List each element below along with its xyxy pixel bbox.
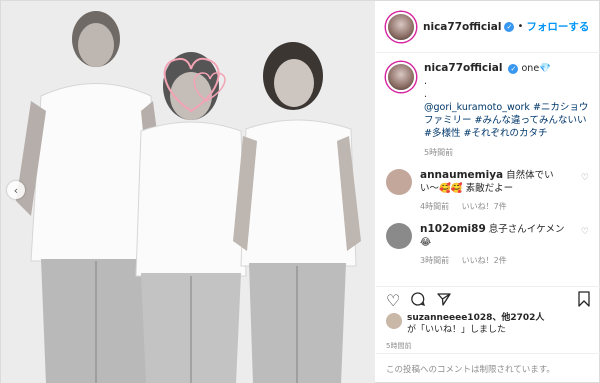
heart-icon[interactable]: ♡	[581, 173, 589, 183]
caption-time[interactable]: 5時間前	[424, 146, 591, 159]
share-icon[interactable]	[436, 291, 452, 311]
comment-icon[interactable]	[410, 291, 426, 311]
post-time[interactable]: 5時間前	[386, 341, 411, 351]
comments-section: nica77official ✓ one💎 . . @gori_kuramoto…	[376, 54, 600, 286]
previous-slide-button[interactable]: ‹	[7, 181, 25, 199]
avatar[interactable]	[386, 169, 412, 195]
chevron-left-icon: ‹	[13, 183, 19, 197]
post-photo: ‹	[1, 1, 375, 383]
comment-item: annaumemiya 自然体でいい〜🥰🥰 素敵だよー 4時間前 いいね！7件 …	[386, 169, 591, 213]
caption-dot-2: .	[424, 89, 428, 100]
caption-username[interactable]: nica77official	[424, 62, 502, 74]
verified-badge-icon: ✓	[508, 63, 519, 74]
bookmark-icon[interactable]	[577, 290, 591, 311]
action-bar: ♡	[376, 286, 600, 310]
comment-time[interactable]: 4時間前	[420, 202, 449, 211]
heart-icon[interactable]: ♡	[386, 291, 400, 310]
likes-line-2: が「いいね！」しました	[407, 325, 507, 335]
follow-button[interactable]: フォローする	[526, 19, 589, 34]
likes-summary: suzanneeee1028、他2702人 が「いいね！」しました	[386, 312, 596, 336]
caption: nica77official ✓ one💎 . . @gori_kuramoto…	[386, 62, 591, 159]
likes-line-1[interactable]: suzanneeee1028、他2702人	[407, 313, 544, 323]
avatar[interactable]	[386, 313, 402, 329]
post-sidebar: nica77official ✓ • フォローする nica77official…	[376, 1, 600, 383]
comment-likes[interactable]: いいね！7件	[462, 202, 507, 211]
caption-body[interactable]: @gori_kuramoto_work #ニカショウファミリー #みんな違ってみ…	[424, 101, 591, 140]
comment-username[interactable]: n102omi89	[420, 223, 486, 235]
avatar[interactable]	[386, 11, 416, 42]
avatar[interactable]	[386, 223, 412, 249]
comment-likes[interactable]: いいね！2件	[462, 256, 507, 265]
comment-username[interactable]: annaumemiya	[420, 169, 503, 181]
separator-dot: •	[517, 21, 524, 32]
family-photo-illustration	[1, 1, 375, 383]
heart-icon[interactable]: ♡	[581, 227, 589, 237]
comment-item: n102omi89 息子さんイケメン😂 3時間前 いいね！2件 ♡	[386, 223, 591, 267]
gem-icon: 💎	[539, 63, 552, 74]
username-link[interactable]: nica77official	[423, 21, 501, 33]
verified-badge-icon: ✓	[504, 21, 515, 32]
caption-avatar[interactable]	[386, 62, 416, 92]
caption-word: one	[521, 63, 540, 74]
comments-restricted-notice: この投稿へのコメントは制限されています。	[376, 353, 600, 383]
caption-dot-1: .	[424, 76, 428, 87]
post-header: nica77official ✓ • フォローする	[376, 1, 600, 53]
comment-time[interactable]: 3時間前	[420, 256, 449, 265]
instagram-post: ‹ nica77official ✓ • フォローする nica77offici…	[0, 0, 600, 383]
